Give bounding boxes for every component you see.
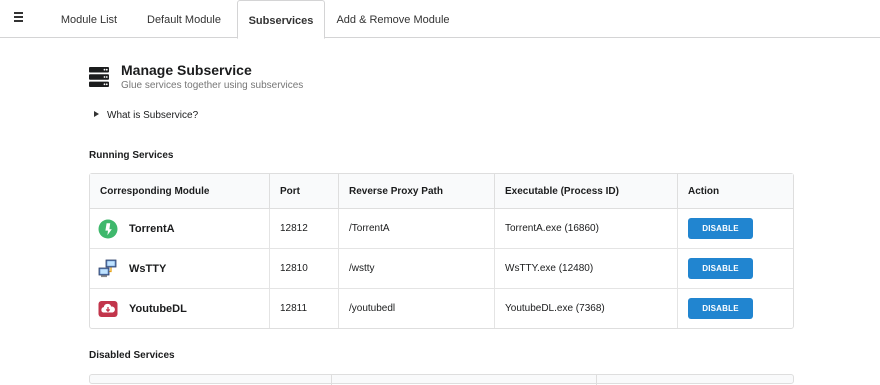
hamburger-icon[interactable] — [14, 12, 25, 26]
module-name: WsTTY — [129, 262, 167, 275]
executable-cell: YoutubeDL.exe (7368) — [494, 289, 677, 328]
disable-button[interactable]: DISABLE — [688, 298, 753, 319]
table-header-row: Corresponding Module Port Reverse Proxy … — [90, 174, 793, 209]
proxy-path-cell: /youtubedl — [338, 289, 494, 328]
column-header: Reverse Proxy Path — [338, 174, 494, 209]
tab-subservices[interactable]: Subservices — [237, 0, 325, 39]
column-divider — [596, 375, 597, 385]
proxy-path-cell: /TorrentA — [338, 209, 494, 249]
executable-cell: WsTTY.exe (12480) — [494, 249, 677, 289]
disabled-services-heading: Disabled Services — [89, 350, 175, 361]
column-header: Action — [677, 174, 793, 209]
page-title: Manage Subservice — [121, 62, 252, 78]
server-icon — [89, 67, 109, 87]
torrent-icon — [98, 219, 118, 238]
column-header: Port — [269, 174, 338, 209]
running-services-table: Corresponding Module Port Reverse Proxy … — [89, 173, 794, 329]
top-menu: Module List Default Module Subservices A… — [0, 0, 880, 39]
port-cell: 12812 — [269, 209, 338, 249]
what-is-subservice-accordion[interactable]: What is Subservice? — [94, 110, 198, 121]
table-row: YoutubeDL 12811 /youtubedl YoutubeDL.exe… — [90, 289, 793, 328]
table-row: WsTTY 12810 /wstty WsTTY.exe (12480) DIS… — [90, 249, 793, 289]
module-name: YoutubeDL — [129, 302, 187, 315]
caret-right-icon — [94, 111, 99, 117]
page-subtitle: Glue services together using subservices — [121, 80, 304, 91]
disabled-services-table — [89, 374, 794, 385]
tab-add-remove-module[interactable]: Add & Remove Module — [332, 0, 454, 38]
proxy-path-cell: /wstty — [338, 249, 494, 289]
column-divider — [331, 375, 332, 385]
disable-button[interactable]: DISABLE — [688, 218, 753, 239]
running-services-heading: Running Services — [89, 150, 174, 161]
table-row: TorrentA 12812 /TorrentA TorrentA.exe (1… — [90, 209, 793, 249]
accordion-label: What is Subservice? — [107, 110, 199, 121]
column-header: Executable (Process ID) — [494, 174, 677, 209]
network-computers-icon — [98, 259, 117, 277]
download-cloud-icon — [98, 300, 118, 317]
column-header: Corresponding Module — [90, 174, 269, 209]
module-name: TorrentA — [129, 222, 175, 235]
tab-module-list[interactable]: Module List — [49, 0, 129, 38]
port-cell: 12810 — [269, 249, 338, 289]
tab-default-module[interactable]: Default Module — [134, 0, 234, 38]
port-cell: 12811 — [269, 289, 338, 328]
disable-button[interactable]: DISABLE — [688, 258, 753, 279]
executable-cell: TorrentA.exe (16860) — [494, 209, 677, 249]
